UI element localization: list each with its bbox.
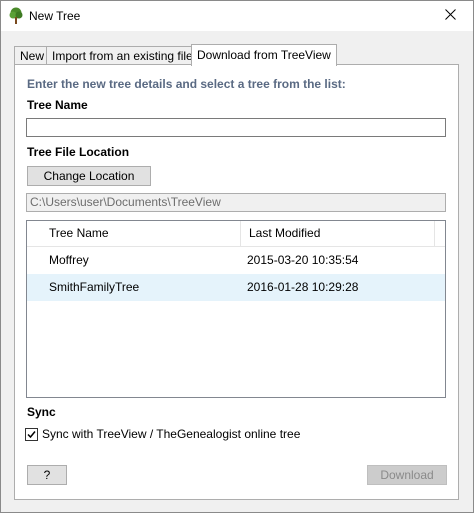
last-modified-cell: 2016-01-28 10:29:28 — [247, 280, 359, 294]
close-icon — [444, 9, 456, 23]
sync-checkbox[interactable] — [25, 428, 38, 441]
location-path-field: C:\Users\user\Documents\TreeView — [26, 193, 446, 212]
help-button[interactable]: ? — [27, 465, 67, 485]
table-row[interactable]: Moffrey 2015-03-20 10:35:54 — [27, 247, 445, 274]
table-row-selected[interactable]: SmithFamilyTree 2016-01-28 10:29:28 — [27, 274, 445, 301]
column-header-tree-name[interactable]: Tree Name — [41, 221, 241, 246]
column-header-last-modified[interactable]: Last Modified — [241, 221, 435, 246]
last-modified-cell: 2015-03-20 10:35:54 — [247, 253, 359, 267]
tree-name-label: Tree Name — [27, 98, 88, 112]
tree-list-table[interactable]: Tree Name Last Modified Moffrey 2015-03-… — [26, 220, 446, 398]
change-location-button[interactable]: Change Location — [27, 166, 151, 186]
tree-icon — [8, 7, 24, 25]
tree-name-input[interactable] — [26, 118, 446, 137]
new-tree-dialog: New Tree New Import from an existing fil… — [0, 0, 474, 513]
tab-new[interactable]: New — [14, 46, 51, 64]
tab-import[interactable]: Import from an existing file — [46, 46, 199, 64]
table-header: Tree Name Last Modified — [27, 221, 445, 247]
sync-label: Sync — [27, 405, 56, 419]
close-button[interactable] — [427, 1, 473, 31]
instructions-text: Enter the new tree details and select a … — [27, 77, 346, 91]
tab-panel: Enter the new tree details and select a … — [14, 64, 459, 500]
window-title: New Tree — [29, 9, 81, 23]
title-bar: New Tree — [1, 1, 473, 31]
tree-file-location-label: Tree File Location — [27, 145, 130, 159]
tab-download-treeview[interactable]: Download from TreeView — [191, 44, 337, 66]
tree-name-cell: Moffrey — [49, 253, 89, 267]
tree-name-cell: SmithFamilyTree — [49, 280, 140, 294]
download-button[interactable]: Download — [367, 465, 447, 485]
sync-checkbox-label[interactable]: Sync with TreeView / TheGenealogist onli… — [42, 427, 300, 441]
